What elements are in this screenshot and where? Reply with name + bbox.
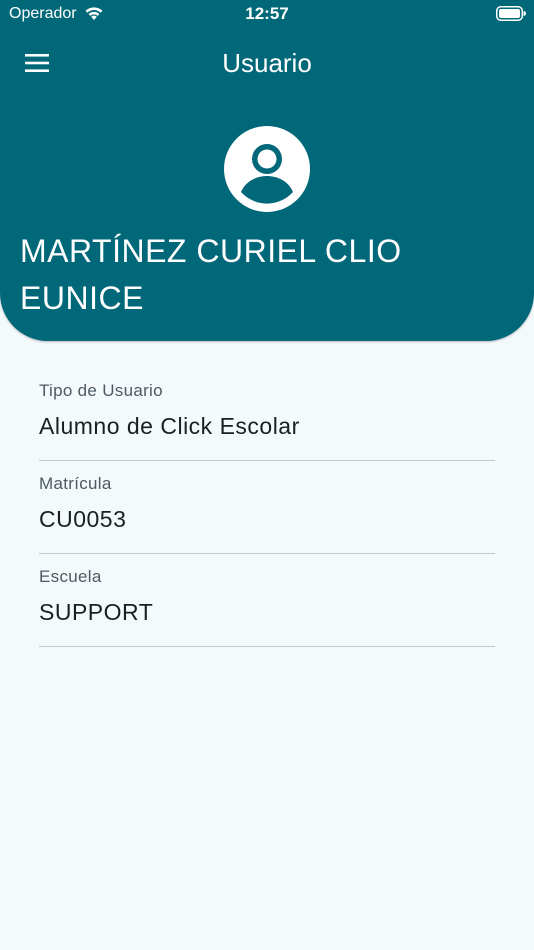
- field-label: Tipo de Usuario: [39, 381, 163, 400]
- field-value: SUPPORT: [39, 599, 154, 625]
- field-school: Escuela SUPPORT: [39, 554, 495, 647]
- user-info-list: Tipo de Usuario Alumno de Click Escolar …: [39, 368, 495, 647]
- field-label: Matrícula: [39, 474, 112, 493]
- field-enrollment: Matrícula CU0053: [39, 461, 495, 554]
- status-bar: Operador 12:57: [0, 0, 534, 28]
- profile-header: Operador 12:57 Usuario MARTÍNEZ CURIEL C…: [0, 0, 534, 341]
- field-value: Alumno de Click Escolar: [39, 413, 300, 439]
- field-user-type: Tipo de Usuario Alumno de Click Escolar: [39, 368, 495, 461]
- field-label: Escuela: [39, 567, 102, 586]
- page-title: Usuario: [222, 48, 312, 78]
- battery-icon: [496, 6, 526, 21]
- user-full-name: MARTÍNEZ CURIEL CLIO EUNICE: [20, 233, 402, 316]
- status-time: 12:57: [245, 4, 289, 23]
- field-value: CU0053: [39, 506, 127, 532]
- account-circle-icon: [224, 126, 310, 212]
